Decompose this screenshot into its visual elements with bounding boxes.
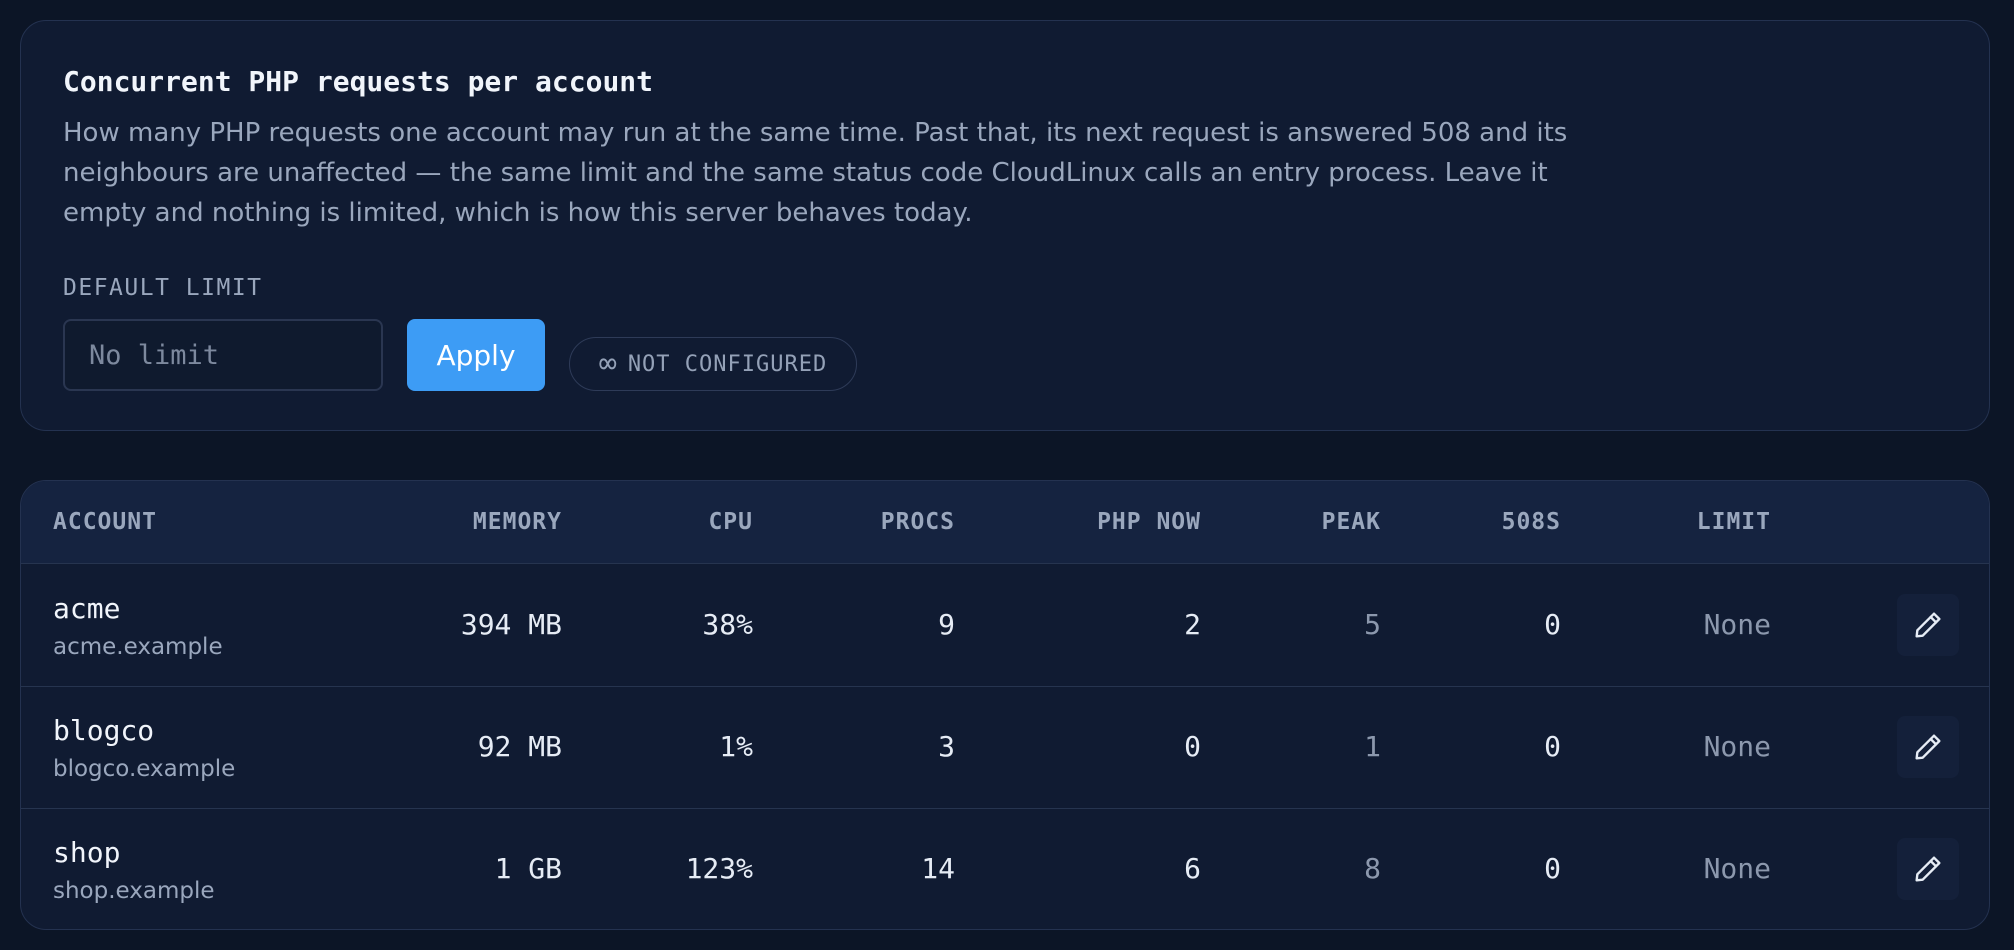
accounts-table: ACCOUNT MEMORY CPU PROCS PHP NOW PEAK 50… — [20, 480, 1990, 930]
default-limit-input[interactable] — [63, 319, 383, 391]
settings-title: Concurrent PHP requests per account — [63, 65, 654, 98]
pencil-icon — [1915, 734, 1941, 760]
procs-value: 3 — [938, 730, 955, 763]
table-row: blogco blogco.example 92 MB 1% 3 0 1 0 N… — [21, 686, 1989, 809]
column-header-limit: LIMIT — [1696, 509, 1771, 535]
limit-value: None — [1703, 730, 1771, 763]
memory-value: 1 GB — [494, 852, 562, 885]
account-domain: shop.example — [53, 878, 215, 904]
limit-value: None — [1703, 608, 1771, 641]
cpu-value: 38% — [702, 608, 753, 641]
table-row: acme acme.example 394 MB 38% 9 2 5 0 Non… — [21, 564, 1989, 687]
peak-value: 5 — [1364, 608, 1381, 641]
infinity-icon: ∞ — [598, 346, 618, 381]
edit-limit-button[interactable] — [1897, 716, 1959, 778]
memory-value: 92 MB — [477, 730, 562, 763]
peak-value: 1 — [1364, 730, 1381, 763]
status-text: NOT CONFIGURED — [627, 351, 828, 377]
account-domain: blogco.example — [53, 756, 236, 782]
php-now-value: 0 — [1184, 730, 1201, 763]
table-header: ACCOUNT MEMORY CPU PROCS PHP NOW PEAK 50… — [21, 481, 1989, 564]
php-now-value: 2 — [1184, 608, 1201, 641]
pencil-icon — [1915, 612, 1941, 638]
status-badge: ∞ NOT CONFIGURED — [569, 337, 857, 391]
account-name: acme — [53, 592, 121, 625]
memory-value: 394 MB — [460, 608, 562, 641]
508s-value: 0 — [1544, 608, 1561, 641]
table-row: shop shop.example 1 GB 123% 14 6 8 0 Non… — [21, 808, 1989, 929]
column-header-memory: MEMORY — [472, 509, 562, 535]
column-header-peak: PEAK — [1321, 509, 1381, 535]
cpu-value: 1% — [719, 730, 753, 763]
peak-value: 8 — [1364, 852, 1381, 885]
column-header-procs: PROCS — [880, 509, 955, 535]
column-header-php-now: PHP NOW — [1097, 509, 1201, 535]
account-name: blogco — [53, 714, 155, 747]
column-header-508s: 508S — [1501, 509, 1561, 535]
apply-button[interactable]: Apply — [407, 319, 545, 391]
508s-value: 0 — [1544, 730, 1561, 763]
settings-description: How many PHP requests one account may ru… — [63, 118, 1568, 228]
edit-limit-button[interactable] — [1897, 594, 1959, 656]
php-now-value: 6 — [1184, 852, 1201, 885]
account-name: shop — [53, 836, 121, 869]
cpu-value: 123% — [685, 852, 753, 885]
concurrency-settings-card: Concurrent PHP requests per account How … — [20, 20, 1990, 431]
account-domain: acme.example — [53, 634, 223, 660]
procs-value: 9 — [938, 608, 955, 641]
pencil-icon — [1915, 856, 1941, 882]
default-limit-label: DEFAULT LIMIT — [63, 275, 263, 301]
procs-value: 14 — [921, 852, 955, 885]
508s-value: 0 — [1544, 852, 1561, 885]
limit-value: None — [1703, 852, 1771, 885]
column-header-cpu: CPU — [708, 509, 753, 535]
edit-limit-button[interactable] — [1897, 838, 1959, 900]
column-header-account: ACCOUNT — [53, 509, 157, 535]
